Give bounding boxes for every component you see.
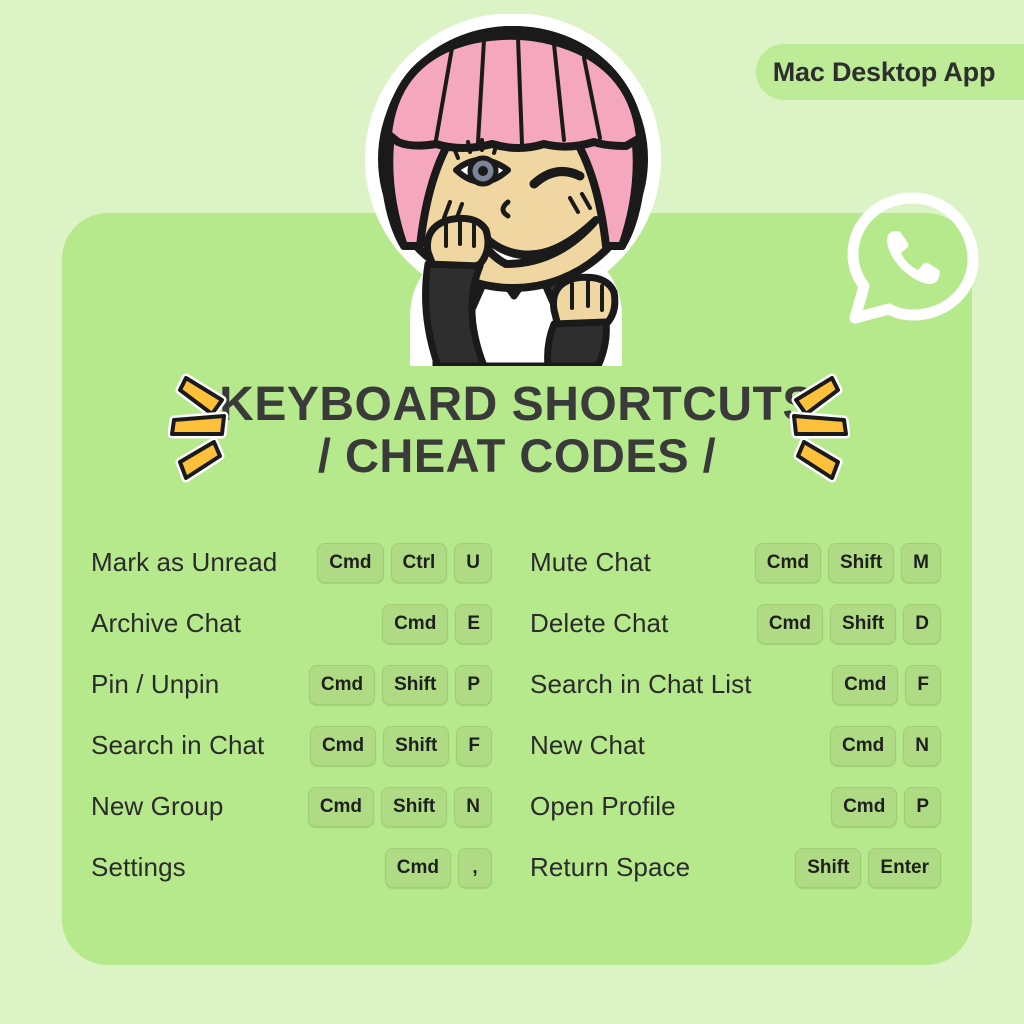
key-cap: Cmd [307, 786, 375, 827]
shortcut-label: New Chat [530, 730, 645, 760]
shortcuts-column-left: Mark as Unread Cmd Ctrl U Archive Chat Cmd E Pi… [62, 532, 492, 898]
shortcut-label: Search in Chat List [530, 669, 752, 699]
platform-badge: Mac Desktop App [756, 44, 1024, 100]
shortcut-keys: Cmd Shift P [308, 664, 492, 705]
key-cap: Cmd [831, 786, 898, 827]
shortcut-keys: Cmd P [831, 786, 941, 827]
shortcut-row: Mute Chat Cmd Shift M [522, 532, 972, 593]
key-cap: U [454, 542, 492, 583]
shortcut-row: Open Profile Cmd P [522, 776, 972, 837]
key-cap: Shift [830, 603, 897, 644]
shortcut-keys: Cmd, [384, 847, 492, 888]
key-cap: P [904, 786, 941, 827]
shortcut-label: Delete Chat [530, 608, 669, 638]
shortcut-keys: Shift Enter [795, 847, 941, 888]
key-cap: E [455, 603, 492, 644]
shortcut-keys: Cmd Shift N [307, 786, 492, 827]
shortcut-row: Mark as Unread Cmd Ctrl U [62, 532, 492, 593]
key-cap: Ctrl [390, 542, 448, 583]
shortcut-label: Settings [91, 852, 186, 882]
key-cap: Shift [827, 542, 895, 583]
key-cap: N [454, 786, 492, 827]
shortcut-keys: Cmd Shift D [756, 603, 941, 644]
shortcut-keys: Cmd Shift F [309, 725, 492, 766]
shortcut-row: New Group Cmd Shift N [62, 776, 492, 837]
shortcut-keys: Cmd E [382, 603, 492, 644]
shortcut-row: Search in Chat List Cmd F [522, 654, 972, 715]
key-cap: Shift [382, 664, 449, 705]
key-cap: Cmd [308, 664, 376, 705]
whatsapp-logo [845, 190, 981, 328]
key-cap: D [903, 603, 941, 644]
shortcut-label: New Group [91, 791, 224, 821]
shortcut-keys: Cmd Ctrl U [317, 542, 492, 583]
shortcut-row: Return Space Shift Enter [522, 837, 972, 898]
key-cap: Cmd [317, 542, 384, 583]
sparkle-rays-left-icon [167, 372, 240, 484]
shortcut-label: Pin / Unpin [91, 669, 220, 699]
shortcut-row: Settings Cmd, [62, 837, 492, 898]
shortcut-row: New Chat Cmd N [522, 715, 972, 776]
shortcuts-grid: Mark as Unread Cmd Ctrl U Archive Chat Cmd E Pi… [62, 532, 972, 898]
shortcuts-column-right: Mute Chat Cmd Shift M Delete Chat Cmd Shift D Se… [522, 532, 972, 898]
shortcut-label: Return Space [530, 852, 691, 882]
platform-badge-label: Mac Desktop App [772, 56, 996, 87]
key-cap: Cmd [309, 725, 377, 766]
key-cap: Enter [868, 847, 941, 888]
shortcut-label: Mute Chat [530, 547, 651, 577]
shortcut-label: Open Profile [530, 791, 676, 821]
shortcut-label: Mark as Unread [91, 547, 278, 577]
key-cap: F [905, 664, 941, 705]
key-cap: M [901, 542, 941, 583]
shortcut-row: Delete Chat Cmd Shift D [522, 593, 972, 654]
sparkle-rays-right-icon [778, 372, 851, 484]
key-cap: Shift [381, 786, 448, 827]
shortcut-row: Search in Chat Cmd Shift F [62, 715, 492, 776]
key-cap: Shift [383, 725, 450, 766]
key-cap: , [458, 847, 492, 888]
key-cap: Cmd [756, 603, 824, 644]
key-cap: Cmd [384, 847, 451, 888]
key-cap: Shift [795, 847, 862, 888]
key-cap: N [903, 725, 941, 766]
shortcut-keys: Cmd Shift M [754, 542, 941, 583]
key-cap: Cmd [830, 725, 897, 766]
key-cap: Cmd [382, 603, 449, 644]
key-cap: Cmd [754, 542, 821, 583]
key-cap: Cmd [832, 664, 899, 705]
shortcut-label: Search in Chat [91, 730, 265, 760]
shortcut-keys: Cmd N [830, 725, 941, 766]
shortcut-row: Archive Chat Cmd E [62, 593, 492, 654]
key-cap: P [455, 664, 492, 705]
shortcut-label: Archive Chat [91, 608, 242, 638]
cartoon-girl-winking-illustration [358, 13, 668, 374]
shortcut-row: Pin / Unpin Cmd Shift P [62, 654, 492, 715]
shortcut-keys: Cmd F [832, 664, 941, 705]
key-cap: F [456, 725, 492, 766]
